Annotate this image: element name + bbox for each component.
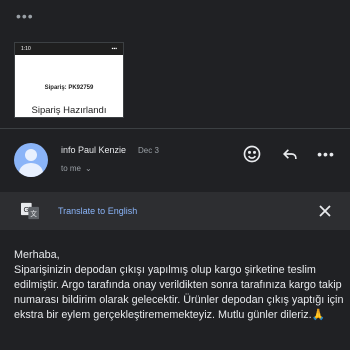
svg-text:文: 文 <box>30 209 37 218</box>
attachment-status-icons: ▪▪▪ <box>111 46 117 52</box>
emoji-reaction-button[interactable] <box>240 142 264 166</box>
chevron-down-icon: ⌄ <box>85 164 92 173</box>
message-greeting: Merhaba, <box>14 249 60 261</box>
close-icon[interactable] <box>317 203 333 219</box>
reply-button[interactable] <box>278 142 302 166</box>
emoji-icon <box>243 145 261 163</box>
email-date: Dec 3 <box>138 146 159 155</box>
sender-name[interactable]: info Paul Kenzie <box>61 145 126 155</box>
more-vert-icon[interactable]: ••• <box>314 142 338 166</box>
reply-icon <box>282 149 297 159</box>
avatar[interactable] <box>14 143 48 177</box>
attachment-thumbnail[interactable]: 1:10 ▪▪▪ Sipariş: PK92759 Sipariş Hazırl… <box>14 42 124 118</box>
translate-banner: G 文 Translate to English <box>0 192 350 230</box>
recipient-toggle[interactable]: to me ⌄ <box>61 164 92 173</box>
overflow-menu-icon[interactable]: ••• <box>16 8 34 24</box>
attachment-order-label: Sipariş: PK92759 <box>44 85 94 91</box>
attachment-status-bar: 1:10 ▪▪▪ <box>15 43 123 55</box>
translate-icon: G 文 <box>21 202 39 220</box>
avatar-body <box>19 163 43 177</box>
message-paragraph: Siparişinizin depodan çıkışı yapılmış ol… <box>14 264 344 321</box>
recipient-label: to me <box>61 164 82 173</box>
attachment-title: Sipariş Hazırlandı <box>31 105 107 116</box>
avatar-head <box>25 149 37 161</box>
message-body: Merhaba, Siparişinizin depodan çıkışı ya… <box>14 248 344 323</box>
translate-link[interactable]: Translate to English <box>58 206 137 216</box>
attachment-status-time: 1:10 <box>21 46 31 52</box>
divider <box>0 128 350 129</box>
